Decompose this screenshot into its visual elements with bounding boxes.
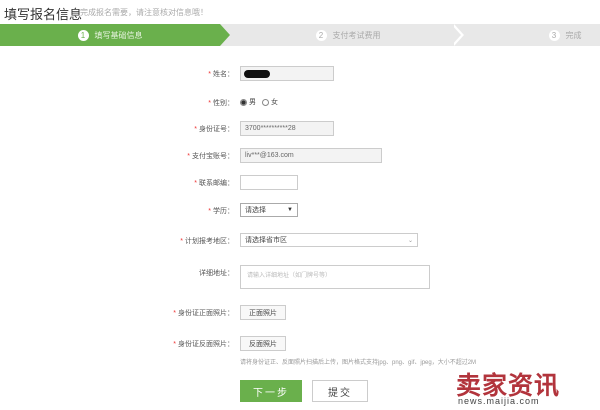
step-3-number: 3: [548, 29, 560, 41]
id-front-upload-button[interactable]: 正面照片: [240, 305, 286, 320]
step-1-number: 1: [77, 29, 89, 41]
step-1: 1 填写基础信息: [0, 24, 220, 46]
step-2-label: 支付考试费用: [332, 30, 381, 40]
id-back-upload-button[interactable]: 反面照片: [240, 336, 286, 351]
watermark-logo: 卖家资讯 news.maijia.com: [452, 366, 598, 408]
step-1-label: 填写基础信息: [94, 30, 143, 40]
zipcode-label: * 联系邮编：: [194, 180, 234, 187]
address-textarea[interactable]: 请输入详细地址（如门牌号等）: [240, 265, 430, 289]
page-header: 填写报名信息 完成报名需要，请注意核对信息哦！: [0, 0, 600, 24]
address-placeholder: 请输入详细地址（如门牌号等）: [247, 273, 332, 279]
education-row: * 学历： 请选择 ▼: [0, 203, 600, 221]
id-front-row: * 身份证正面照片： 正面照片: [0, 305, 600, 323]
upload-hint: 请将身份证正、反面照片扫描后上传，图片格式支持jpg、png、gif、jpeg，…: [240, 360, 477, 366]
id-number-value: 3700**********28: [245, 125, 296, 132]
gender-female-radio[interactable]: [262, 98, 269, 106]
address-row: 详细地址： 请输入详细地址（如门牌号等）: [0, 265, 600, 291]
progress-steps: 1 填写基础信息 2 支付考试费用 3 完成: [0, 24, 600, 46]
gender-male-radio[interactable]: [240, 98, 247, 106]
id-number-field[interactable]: 3700**********28: [240, 121, 334, 136]
alipay-row: * 支付宝账号： liv***@163.com: [0, 148, 600, 166]
alipay-label: * 支付宝账号：: [187, 153, 234, 160]
id-number-label: * 身份证号：: [194, 126, 234, 133]
gender-label: * 性别：: [208, 100, 234, 107]
step-2: 2 支付考试费用: [236, 24, 460, 46]
region-value: 请选择省市区: [245, 237, 287, 244]
education-value: 请选择: [245, 207, 266, 214]
submit-button[interactable]: 提交: [312, 380, 368, 402]
id-back-button-label: 反面照片: [249, 340, 277, 348]
zipcode-field[interactable]: [240, 175, 298, 190]
alipay-field[interactable]: liv***@163.com: [240, 148, 382, 163]
chevron-down-icon: ▼: [287, 207, 293, 213]
watermark-url: news.maijia.com: [458, 396, 540, 406]
region-label: * 计划报考地区：: [180, 238, 234, 245]
step-2-number: 2: [315, 29, 327, 41]
step-3: 3 完成: [530, 24, 600, 46]
page-subtitle: 完成报名需要，请注意核对信息哦！: [80, 8, 208, 17]
name-row: * 姓名：: [0, 66, 600, 84]
alipay-value: liv***@163.com: [245, 152, 294, 159]
redacted-name: [244, 70, 270, 78]
step-3-label: 完成: [565, 30, 582, 40]
gender-female-label: 女: [271, 99, 278, 106]
id-front-button-label: 正面照片: [249, 309, 277, 317]
education-label: * 学历：: [208, 208, 234, 215]
id-back-row: * 身份证反面照片： 反面照片: [0, 336, 600, 354]
chevron-down-icon: ⌄: [407, 237, 413, 244]
id-front-label: * 身份证正面照片：: [173, 310, 234, 317]
name-field[interactable]: [240, 66, 334, 81]
page-title: 填写报名信息: [4, 7, 83, 22]
step-1-arrow: [220, 24, 230, 46]
id-number-row: * 身份证号： 3700**********28: [0, 121, 600, 139]
gender-radio-group: 男 女: [240, 97, 278, 107]
region-row: * 计划报考地区： 请选择省市区 ⌄: [0, 233, 600, 251]
gender-male-label: 男: [249, 99, 256, 106]
education-select[interactable]: 请选择 ▼: [240, 203, 298, 217]
next-step-button[interactable]: 下一步: [240, 380, 302, 402]
gender-row: * 性别： 男 女: [0, 95, 600, 113]
address-label: 详细地址：: [199, 270, 234, 277]
id-back-label: * 身份证反面照片：: [173, 341, 234, 348]
name-label: * 姓名：: [208, 71, 234, 78]
zipcode-row: * 联系邮编：: [0, 175, 600, 193]
region-select[interactable]: 请选择省市区 ⌄: [240, 233, 418, 247]
step-2-separator-inner: [451, 24, 461, 46]
